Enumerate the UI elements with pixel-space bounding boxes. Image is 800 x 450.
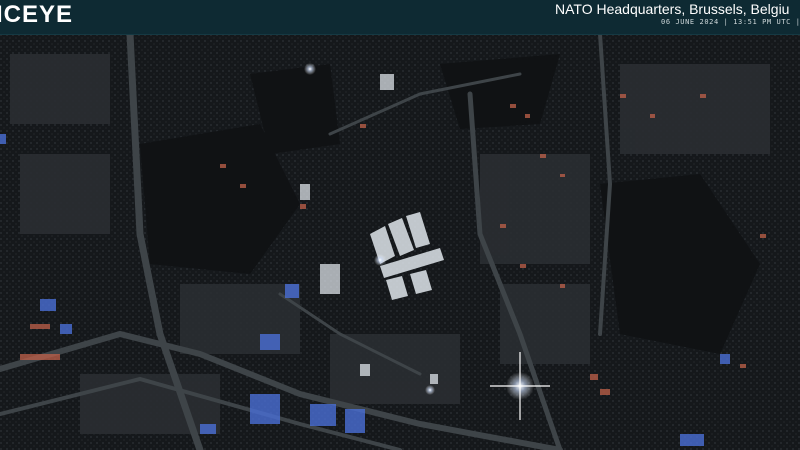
capture-metadata: 06 JUNE 2024 | 13:51 PM UTC | DW <box>661 18 800 26</box>
image-title: NATO Headquarters, Brussels, Belgiu <box>555 1 790 17</box>
iceye-logo: ICEYE <box>0 1 74 28</box>
satellite-image <box>0 34 800 450</box>
header-bar: ICEYE NATO Headquarters, Brussels, Belgi… <box>0 0 800 35</box>
